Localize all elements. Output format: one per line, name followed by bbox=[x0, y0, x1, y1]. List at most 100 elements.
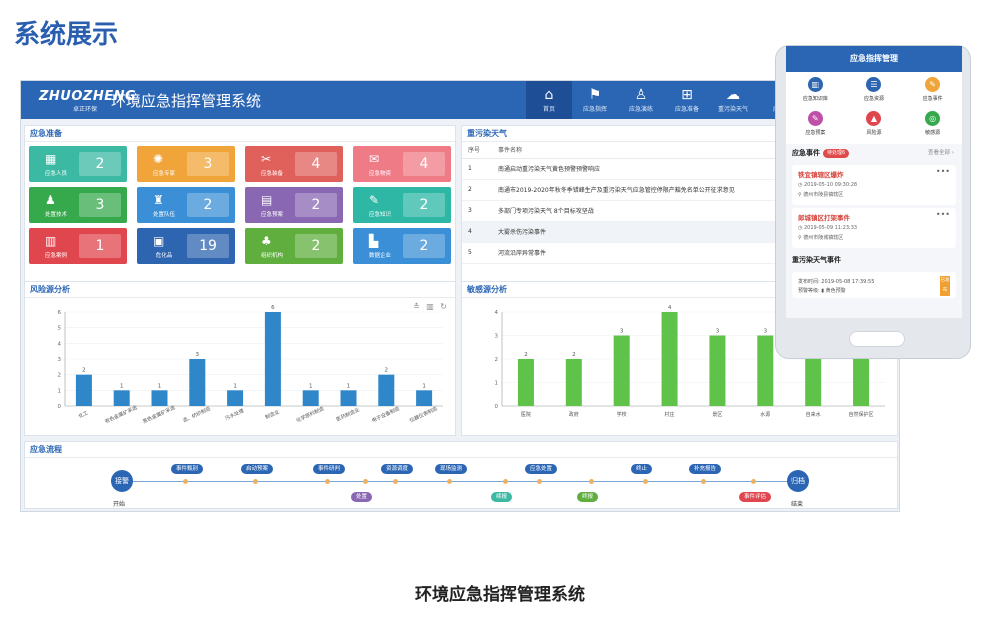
home-button[interactable] bbox=[849, 331, 905, 347]
mobile-menu-label: 应急资源 bbox=[863, 96, 884, 102]
bar bbox=[416, 390, 433, 406]
x-category-label: 黑色金属矿采选 bbox=[142, 404, 177, 425]
tile-label: 组织机构 bbox=[260, 253, 283, 259]
y-tick-label: 2 bbox=[495, 357, 499, 363]
bar bbox=[613, 335, 630, 406]
tile-count: 2 bbox=[403, 234, 445, 258]
x-category-label: 仪器仪表制造 bbox=[408, 405, 438, 424]
bar bbox=[264, 312, 281, 406]
more-icon[interactable]: ••• bbox=[936, 167, 950, 176]
flow-dot bbox=[503, 479, 508, 484]
bar bbox=[565, 359, 582, 406]
tile-count: 1 bbox=[79, 234, 121, 258]
mobile-menu-item[interactable]: ☰ 应急资源 bbox=[845, 74, 904, 108]
flow-start-node[interactable]: 接警 bbox=[111, 470, 133, 492]
flow-end-node[interactable]: 归档 bbox=[787, 470, 809, 492]
tile-count: 3 bbox=[79, 193, 121, 217]
pollution-time: 发布时间: 2019-05-08 17:39:55 bbox=[798, 279, 875, 285]
resource-tile[interactable]: ▙ 数据企业 2 bbox=[353, 228, 451, 264]
main-nav: ⌂首页⚑应急指挥♙应急演练⊞应急准备☁重污染天气▮应急 bbox=[526, 81, 802, 119]
nav-item-3[interactable]: ⊞ 应急准备 bbox=[664, 81, 710, 119]
bar bbox=[661, 312, 678, 406]
x-category-label: 医药制造业 bbox=[335, 406, 361, 423]
flow-step[interactable]: 启动预案 bbox=[241, 464, 274, 474]
resource-tile[interactable]: ♜ 处置队伍 2 bbox=[137, 187, 235, 223]
resource-tile[interactable]: ✺ 应急专家 3 bbox=[137, 146, 235, 182]
resource-tile[interactable]: ♣ 组织机构 2 bbox=[245, 228, 343, 264]
nav-item-2[interactable]: ♙ 应急演练 bbox=[618, 81, 664, 119]
x-category-label: 自然保护区 bbox=[849, 411, 874, 418]
mobile-menu-item[interactable]: ✎ 应急预案 bbox=[786, 108, 845, 142]
tile-icon: ▙ bbox=[369, 234, 379, 248]
flow-step[interactable]: 现场监测 bbox=[435, 464, 468, 474]
resource-tile[interactable]: ▣ 危化品 19 bbox=[137, 228, 235, 264]
resource-tile[interactable]: ✉ 应急物资 4 bbox=[353, 146, 451, 182]
resource-tile[interactable]: ♟ 处置技术 3 bbox=[29, 187, 127, 223]
mobile-menu-icon: ☰ bbox=[866, 77, 882, 92]
flow-dot bbox=[253, 479, 258, 484]
desktop-screenshot: ZHUOZHENG 卓正环保 环境应急指挥管理系统 ⌂ 首页 ⚑ 应急指挥 ♙ 应急演练 ⊞… bbox=[20, 80, 900, 512]
flow-dot bbox=[537, 479, 542, 484]
bar bbox=[853, 359, 870, 406]
mobile-menu-label: 敏感源 bbox=[925, 130, 941, 136]
flow-step[interactable]: 终止 bbox=[631, 464, 653, 474]
view-all-link[interactable]: 查看全部 › bbox=[928, 144, 954, 162]
flow-step[interactable]: 补充报告 bbox=[689, 464, 722, 474]
tile-count: 2 bbox=[295, 193, 337, 217]
mobile-menu-item[interactable]: ▥ 应急知识库 bbox=[786, 74, 845, 108]
risk-panel: 风险源分析 ≛ ▥ ↻ 0 1 2 3 4 5 6 2 化工 1 有色金属矿采选 1 黑色金属矿采选 3 造… bbox=[24, 281, 456, 436]
nav-label: 应急准备 bbox=[674, 106, 699, 113]
mobile-menu-item[interactable]: ◎ 敏感源 bbox=[903, 108, 962, 142]
x-category-label: 村庄 bbox=[665, 411, 675, 418]
y-tick-label: 0 bbox=[495, 404, 499, 410]
resource-tile[interactable]: ▦ 应急人员 2 bbox=[29, 146, 127, 182]
y-tick-label: 5 bbox=[58, 326, 62, 332]
flow-step[interactable]: 事件研判 bbox=[313, 464, 346, 474]
home-icon: ⌂ bbox=[544, 87, 554, 103]
tile-icon: ♜ bbox=[153, 193, 164, 207]
x-category-label: 电子设备制造 bbox=[371, 405, 401, 424]
x-category-label: 有色金属矿采选 bbox=[104, 404, 139, 425]
flow-step[interactable]: 续报 bbox=[491, 492, 513, 502]
bar bbox=[378, 374, 395, 406]
bar bbox=[517, 359, 534, 406]
mobile-menu-item[interactable]: ▲ 风险源 bbox=[845, 108, 904, 142]
more-icon[interactable]: ••• bbox=[936, 210, 950, 219]
tile-icon: ▥ bbox=[45, 234, 57, 248]
tile-count: 19 bbox=[187, 234, 229, 258]
x-category-label: 污水处理 bbox=[224, 407, 245, 422]
event-title: 铁宜镇辖区爆炸 bbox=[798, 171, 844, 179]
mobile-menu: ▥ 应急知识库 ☰ 应急资源 ✎ 应急事件 ✎ 应急预案 ▲ 风险源 ◎ 敏感源 bbox=[786, 72, 962, 144]
flow-dot bbox=[589, 479, 594, 484]
bar-value-label: 6 bbox=[271, 305, 275, 311]
tile-icon: ✂ bbox=[261, 152, 272, 166]
row-no: 3 bbox=[462, 200, 492, 222]
flow-step[interactable]: 事件甄别 bbox=[171, 464, 204, 474]
mobile-menu-item[interactable]: ✎ 应急事件 bbox=[903, 74, 962, 108]
mobile-event-card[interactable]: 郎城镇区打架事件 ••• ◷ 2019-05-09 11:23:33 ⚲ 德州市陵城镇… bbox=[792, 208, 956, 248]
bar-value-label: 3 bbox=[196, 352, 200, 358]
tile-label: 应急物资 bbox=[368, 171, 391, 177]
flow-step[interactable]: 处置 bbox=[351, 492, 373, 502]
flow-step[interactable]: 终报 bbox=[577, 492, 599, 502]
nav-item-0[interactable]: ⌂ 首页 bbox=[526, 81, 572, 119]
bar-value-label: 1 bbox=[422, 383, 426, 389]
mobile-pollution-card[interactable]: 发布时间: 2019-05-08 17:39:55 预警等级: ▮ 黄色预警 已… bbox=[792, 272, 956, 298]
resource-tile[interactable]: ▤ 应急预案 2 bbox=[245, 187, 343, 223]
bar bbox=[75, 374, 92, 406]
resource-tile[interactable]: ✂ 应急装备 4 bbox=[245, 146, 343, 182]
flow-step[interactable]: 应急处置 bbox=[525, 464, 558, 474]
event-time: ◷ 2019-05-10 09:30:28 bbox=[798, 182, 950, 188]
nav-label: 首页 bbox=[542, 106, 555, 113]
nav-item-4[interactable]: ☁ 重污染天气 bbox=[710, 81, 756, 119]
tile-label: 应急预案 bbox=[260, 212, 283, 218]
resource-tile[interactable]: ✎ 应急知识 2 bbox=[353, 187, 451, 223]
flow-step[interactable]: 事件评估 bbox=[739, 492, 772, 502]
nav-item-1[interactable]: ⚑ 应急指挥 bbox=[572, 81, 618, 119]
bar-value-label: 1 bbox=[158, 383, 162, 389]
tile-icon: ▦ bbox=[45, 152, 57, 166]
flow-line bbox=[125, 481, 797, 482]
mobile-event-card[interactable]: 铁宜镇辖区爆炸 ••• ◷ 2019-05-10 09:30:28 ⚲ 德州市陵县镇辖… bbox=[792, 165, 956, 205]
resource-tile[interactable]: ▥ 应急案例 1 bbox=[29, 228, 127, 264]
flow-step[interactable]: 资源调度 bbox=[381, 464, 414, 474]
